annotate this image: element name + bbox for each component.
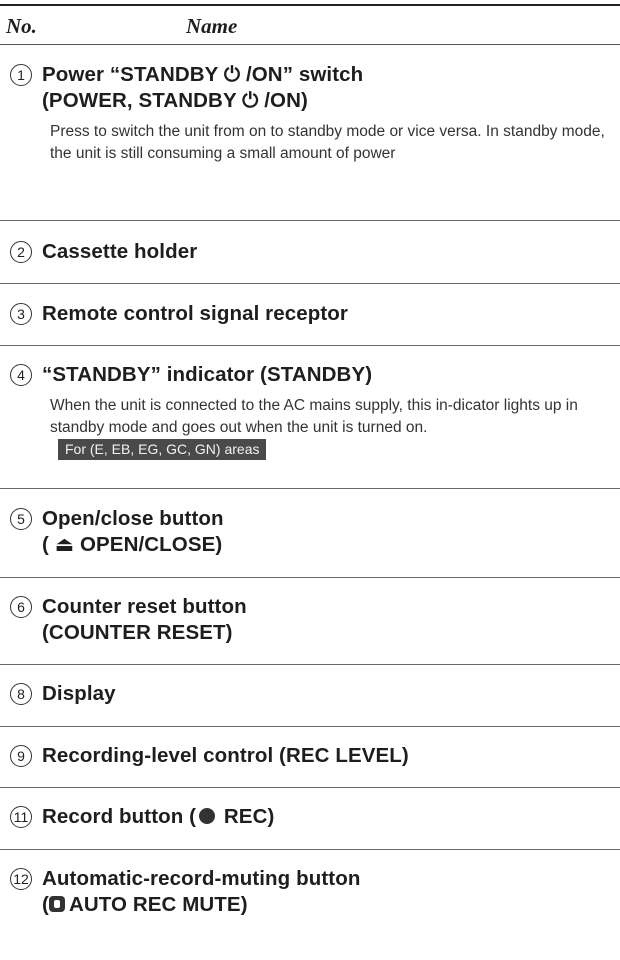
item-subtitle: (POWER, STANDBY ⏻ /ON) — [42, 89, 308, 112]
item-number: 12 — [10, 868, 32, 890]
list-item: 1 Power “STANDBY ⏻ /ON” switch (POWER, S… — [10, 62, 620, 165]
header-no: No. — [6, 14, 37, 38]
item-title: Display — [42, 682, 116, 705]
list-item: 5 Open/close button ( ⏏ OPEN/CLOSE) — [10, 506, 620, 558]
item-number: 2 — [10, 241, 32, 263]
list-item: 11 Record button ( REC) — [10, 804, 620, 830]
item-number: 6 — [10, 596, 32, 618]
divider — [0, 488, 620, 489]
divider — [0, 787, 620, 788]
item-description: When the unit is connected to the AC mai… — [50, 397, 578, 436]
item-number: 1 — [10, 64, 32, 86]
mute-icon — [48, 896, 65, 912]
item-subtitle-prefix: ( — [42, 893, 49, 916]
item-title: Record button ( — [42, 805, 197, 828]
item-title: Automatic-record-muting button — [42, 867, 361, 890]
list-item: 6 Counter reset button (COUNTER RESET) — [10, 594, 620, 646]
divider — [0, 577, 620, 578]
item-title: Counter reset button — [42, 595, 247, 618]
item-title-suffix: REC) — [218, 805, 275, 828]
list-item: 3 Remote control signal receptor — [10, 301, 620, 327]
record-dot-icon — [199, 808, 216, 824]
item-description: Press to switch the unit from on to stan… — [50, 123, 605, 162]
divider — [0, 220, 620, 221]
divider — [0, 726, 620, 727]
item-subtitle: AUTO REC MUTE) — [68, 893, 248, 916]
list-item: 8 Display — [10, 681, 620, 707]
item-title: Cassette holder — [42, 240, 198, 263]
list-item: 2 Cassette holder — [10, 239, 620, 265]
list-item: 4 “STANDBY” indicator (STANDBY) When the… — [10, 362, 620, 461]
item-title: “STANDBY” indicator (STANDBY) — [42, 363, 373, 386]
item-subtitle: (COUNTER RESET) — [42, 621, 233, 644]
top-rule — [0, 4, 620, 6]
list-item: 12 Automatic-record-muting button ( AUTO … — [10, 866, 620, 918]
area-note-badge: For (E, EB, EG, GC, GN) areas — [58, 439, 267, 460]
item-title: Recording-level control (REC LEVEL) — [42, 744, 409, 767]
divider — [0, 283, 620, 284]
header-name: Name — [186, 14, 238, 38]
list-item: 9 Recording-level control (REC LEVEL) — [10, 743, 620, 769]
item-title: Remote control signal receptor — [42, 302, 349, 325]
item-number: 4 — [10, 364, 32, 386]
table-header: No. Name — [6, 8, 620, 46]
item-subtitle: ( ⏏ OPEN/CLOSE) — [42, 533, 223, 556]
divider — [0, 664, 620, 665]
item-number: 9 — [10, 745, 32, 767]
item-title: Power “STANDBY ⏻ /ON” switch — [42, 63, 364, 86]
item-title: Open/close button — [42, 507, 224, 530]
item-number: 3 — [10, 303, 32, 325]
item-number: 8 — [10, 683, 32, 705]
header-rule — [0, 44, 620, 45]
divider — [0, 849, 620, 850]
item-number: 11 — [10, 806, 32, 828]
item-number: 5 — [10, 508, 32, 530]
divider — [0, 345, 620, 346]
